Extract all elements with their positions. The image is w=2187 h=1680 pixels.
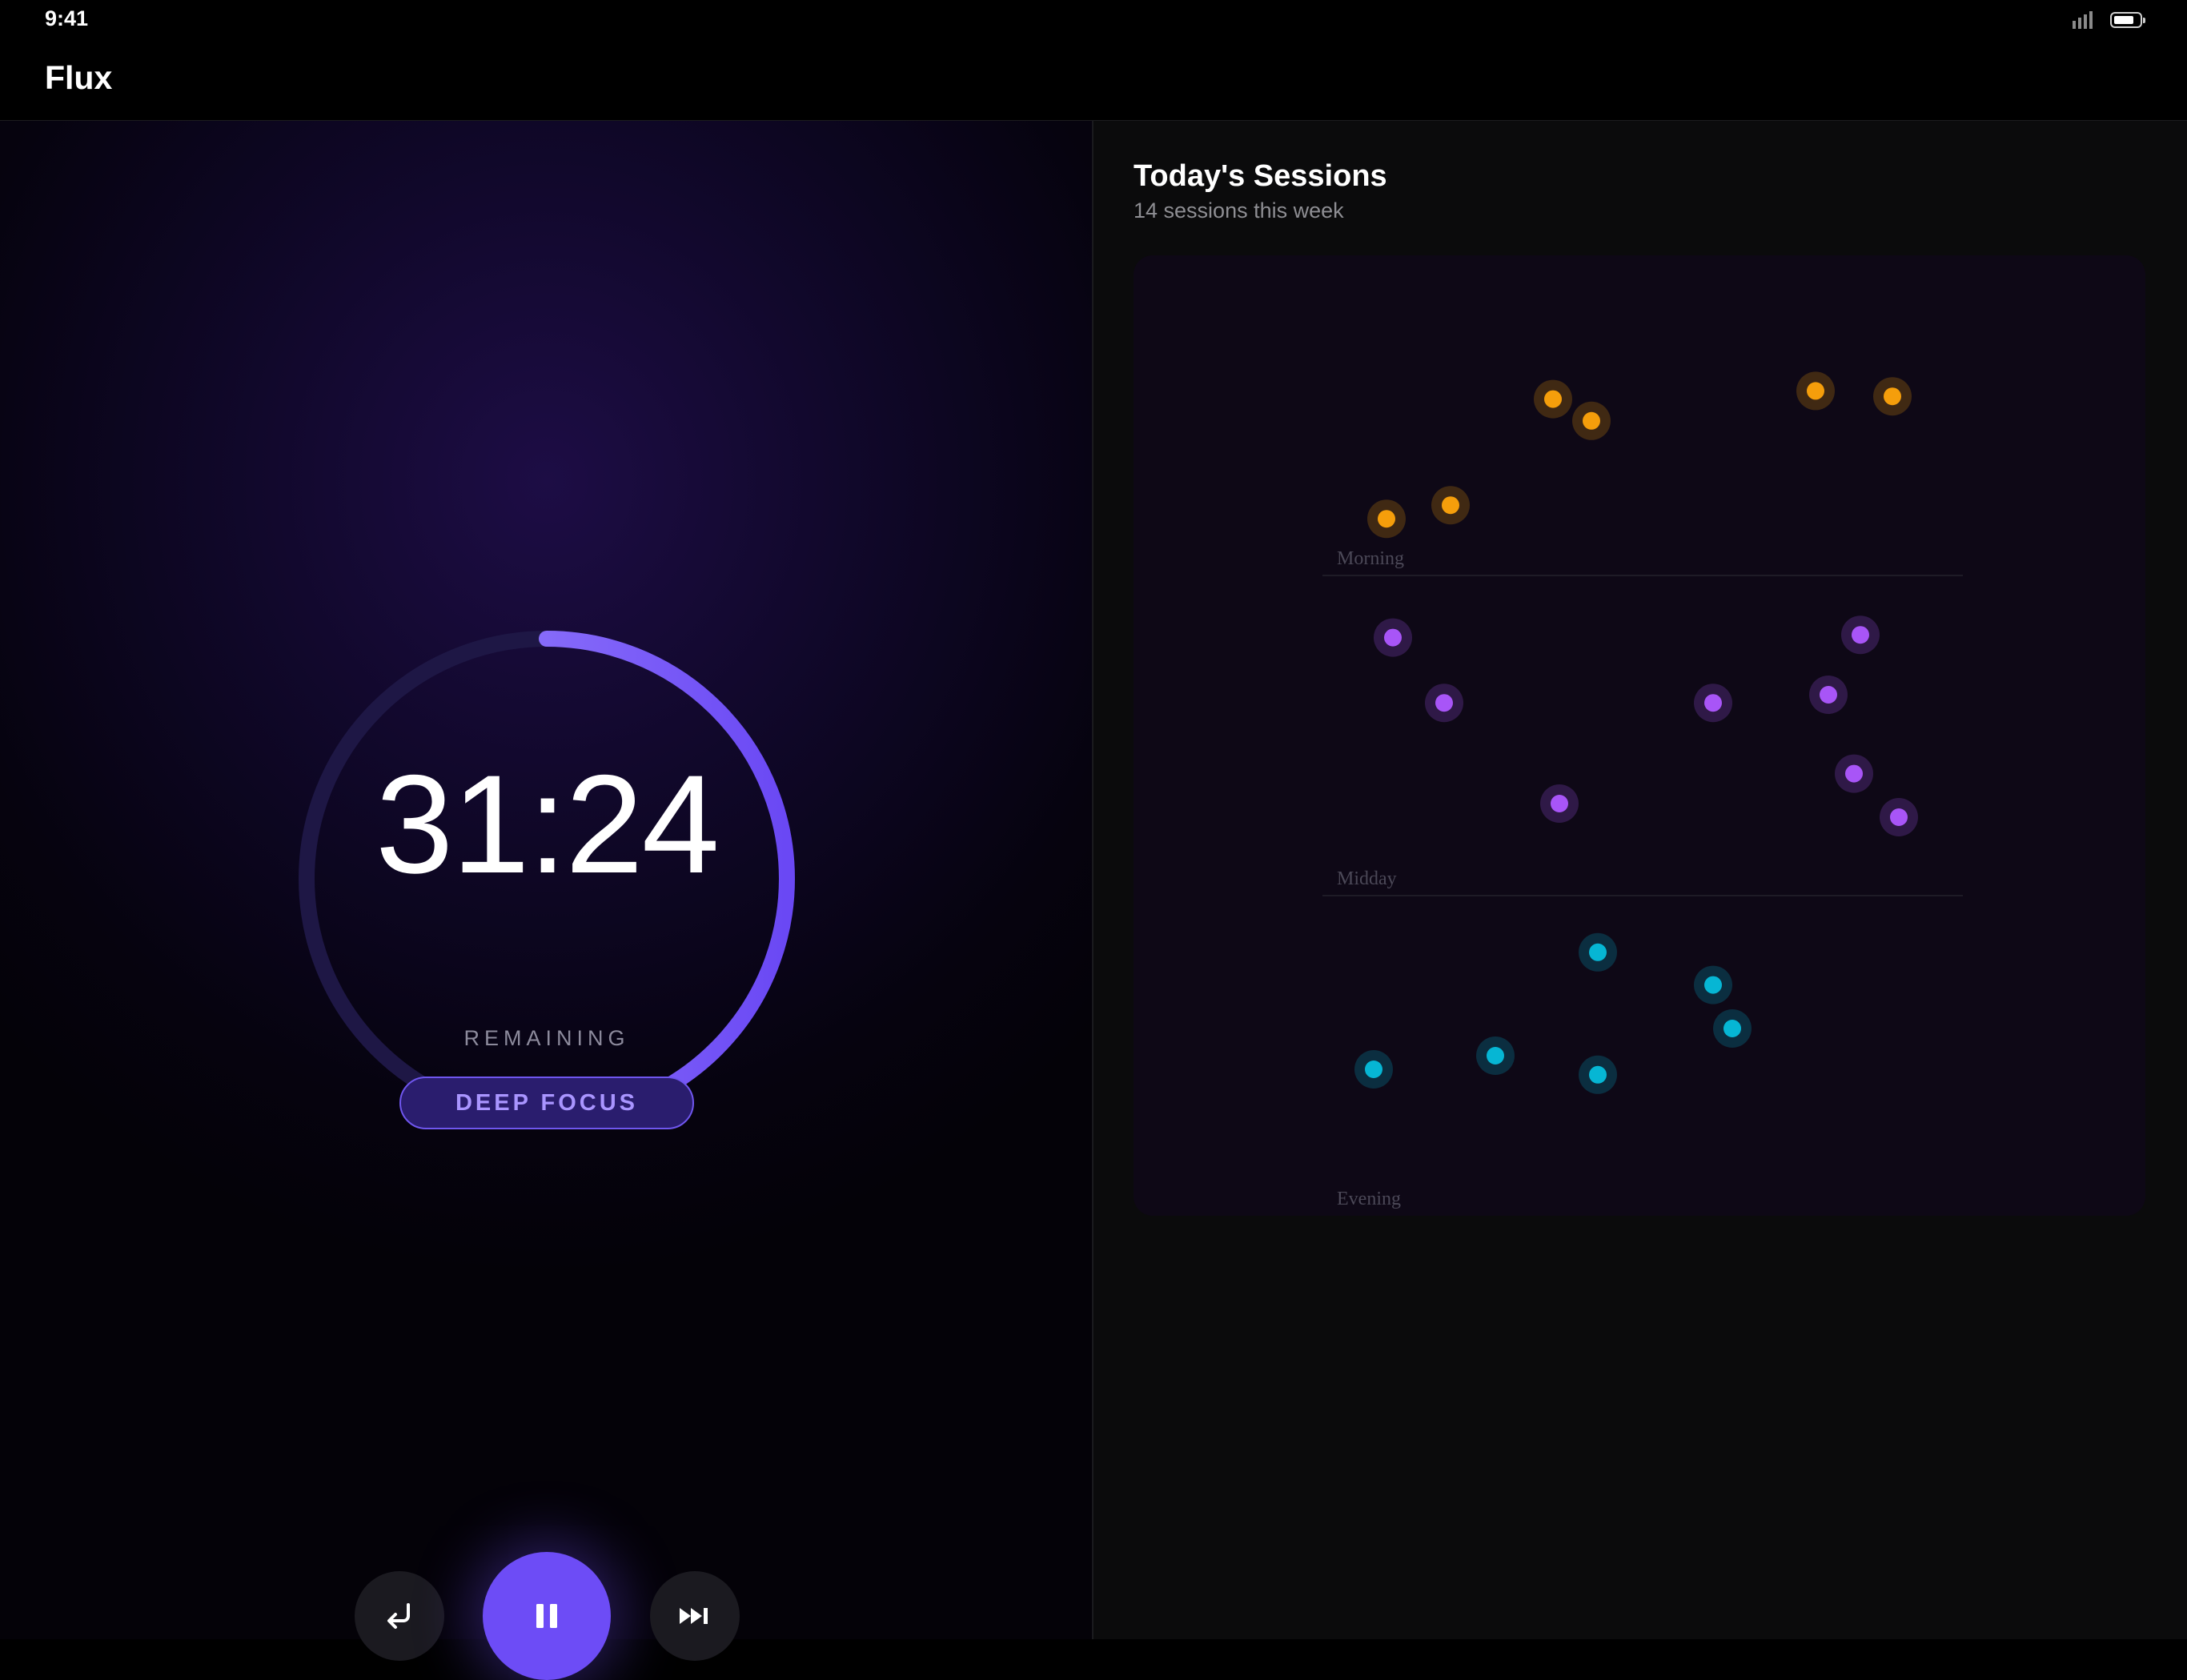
session-dot-morning[interactable] [1544,390,1562,408]
app-header: Flux [0,40,2187,121]
status-icons [2073,11,2145,29]
session-dot-evening[interactable] [1724,1020,1741,1037]
focus-mode-pill[interactable]: DEEP FOCUS [399,1077,694,1129]
session-dot-midday[interactable] [1852,626,1869,644]
band-label-evening: Evening [1337,1189,1401,1209]
session-dot-evening[interactable] [1365,1061,1382,1078]
status-time: 9:41 [45,6,89,30]
pause-button[interactable] [483,1552,611,1680]
signal-icon [2073,11,2093,29]
band-label-morning: Morning [1337,548,1404,569]
session-dot-morning[interactable] [1583,411,1600,430]
timer-panel: 31:24 REMAINING DEEP FOCUS [0,121,1094,1680]
session-dot-midday[interactable] [1820,686,1837,704]
session-dot-midday[interactable] [1384,628,1402,647]
session-dot-midday[interactable] [1845,764,1863,783]
session-dot-morning[interactable] [1442,496,1459,515]
app-title: Flux [45,59,113,96]
sessions-subtitle: 14 sessions this week [1134,198,1344,223]
session-dot-midday[interactable] [1704,694,1722,712]
reset-button[interactable] [355,1571,444,1661]
session-dot-evening[interactable] [1704,976,1722,994]
session-dot-morning[interactable] [1884,387,1901,406]
session-dot-midday[interactable] [1890,808,1908,826]
sessions-chart-card: Morning Midday Evening [1134,255,2145,1216]
session-dot-morning[interactable] [1807,382,1824,400]
session-dot-evening[interactable] [1589,1065,1607,1084]
pause-icon [536,1604,557,1628]
sessions-scatter-chart: Morning Midday Evening [1322,371,1963,1209]
session-dot-morning[interactable] [1378,510,1395,528]
session-dot-evening[interactable] [1487,1047,1504,1065]
session-dot-midday[interactable] [1435,694,1453,712]
sessions-panel: Today's Sessions 14 sessions this week M… [1094,121,2187,1639]
session-dot-midday[interactable] [1551,795,1568,812]
status-bar: 9:41 [0,0,2187,40]
sessions-title: Today's Sessions [1134,159,1387,193]
skip-button[interactable] [650,1571,740,1661]
time-remaining: 31:24 [375,747,720,903]
session-dot-evening[interactable] [1589,943,1607,961]
skip-forward-icon [680,1608,708,1624]
band-label-midday: Midday [1337,868,1397,889]
battery-icon [2110,12,2145,28]
remaining-label: REMAINING [463,1026,630,1050]
return-arrow-icon [387,1603,410,1629]
